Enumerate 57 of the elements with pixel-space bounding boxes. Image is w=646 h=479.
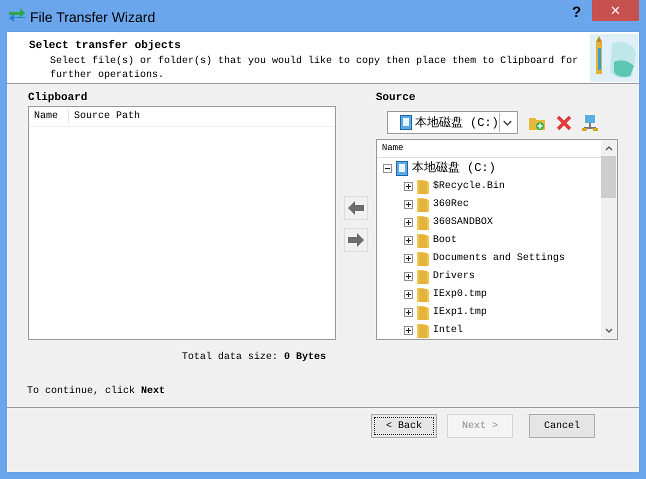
transfer-arrows-icon [8,7,26,23]
expand-icon[interactable] [404,218,413,226]
drive-dropdown[interactable]: 本地磁盘 (C:) [386,111,518,134]
network-icon[interactable] [582,114,598,132]
expand-icon[interactable] [404,236,413,244]
column-header: Source Path [73,110,140,124]
drive-icon [396,160,408,176]
collapse-icon[interactable] [382,164,392,172]
expand-icon[interactable] [404,254,413,262]
left-arrow-icon [348,201,364,215]
tree-item[interactable]: 本地磁盘 (C:) [412,159,496,177]
column-header: Name [380,142,404,155]
total-size-value: 0 Bytes [284,351,326,365]
tree-item[interactable]: IExp0.tmp [432,286,487,302]
folder-icon [416,304,429,320]
tree-item[interactable]: $Recycle.Bin [432,178,505,194]
instruction-text: To continue, click Next [26,384,166,399]
delete-icon[interactable] [556,114,572,130]
folder-icon [416,196,429,212]
folder-icon [416,178,429,194]
tree-item[interactable]: Boot [432,232,457,248]
wizard-button[interactable]: < Back [371,414,437,438]
folder-icon [416,268,429,284]
drive-icon [400,115,412,130]
expand-icon[interactable] [404,308,413,316]
total-size-label: Total data size: [182,350,278,365]
tree-item[interactable]: IExp1.tmp [432,304,487,320]
close-button[interactable]: × [592,0,639,21]
help-button[interactable]: ? [572,2,582,24]
tree-item[interactable]: Documents and Settings [432,250,565,266]
remove-button[interactable] [344,196,368,220]
column-header: Name [29,109,69,124]
folder-icon [416,214,429,230]
folder-icon [416,250,429,266]
expand-icon[interactable] [404,182,413,190]
wizard-drawing [590,34,638,82]
tree-item[interactable]: Drivers [432,268,475,284]
header-description: Select file(s) or folder(s) that you would like to copy then place them to Clipboard for further operations. [49,54,580,82]
tree-item[interactable]: Intel [432,322,463,338]
expand-icon[interactable] [404,326,413,334]
scroll-thumb[interactable] [601,156,616,198]
tree-item[interactable]: 360Rec [432,196,469,212]
expand-icon[interactable] [404,200,413,208]
scrollbar[interactable] [600,140,617,339]
expand-icon[interactable] [404,272,413,280]
window-title: File Transfer Wizard [30,8,156,27]
add-button[interactable] [344,228,368,252]
tree-item[interactable]: 360SANDBOX [432,214,493,230]
folder-icon [416,322,429,338]
folder-icon [416,232,429,248]
right-arrow-icon [348,233,364,247]
clipboard-label: Clipboard [28,91,88,106]
folder-icon [416,286,429,302]
header-title: Select transfer objects [29,38,182,54]
expand-icon[interactable] [404,290,413,298]
wizard-button[interactable]: Cancel [529,414,595,438]
source-label: Source [376,91,416,106]
